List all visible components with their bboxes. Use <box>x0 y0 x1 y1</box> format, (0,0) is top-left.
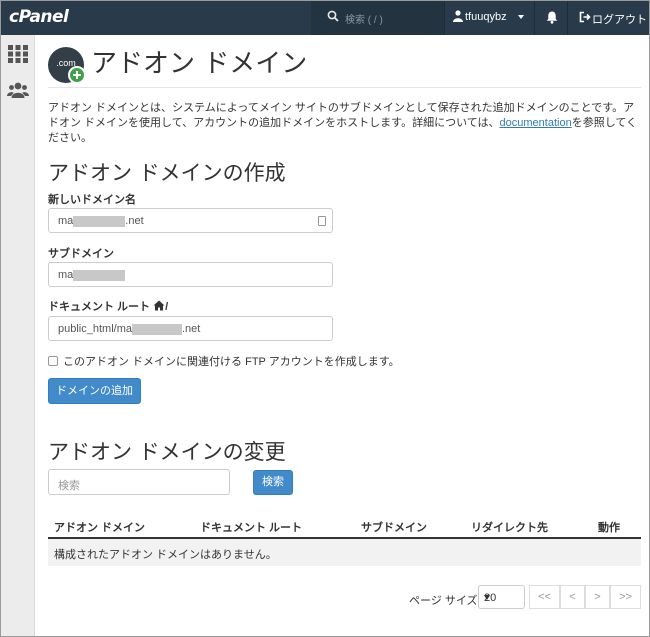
top-search-placeholder: 検索 ( / ) <box>345 15 383 26</box>
column-header-redirect[interactable]: リダイレクト先 <box>471 519 548 535</box>
empty-message: 構成されたアドオン ドメインはありません。 <box>54 549 277 561</box>
search-button[interactable]: 検索 <box>253 470 293 495</box>
chevron-down-icon <box>518 15 524 19</box>
notifications-button[interactable] <box>534 1 568 35</box>
redacted-text <box>131 323 182 335</box>
previous-page-button[interactable]: < <box>560 585 585 609</box>
sidebar <box>1 35 35 636</box>
intro-text: アドオン ドメインとは、システムによってメイン サイトのサブドメインとして保存さ… <box>48 101 641 146</box>
home-icon <box>153 300 165 311</box>
search-icon <box>327 10 339 22</box>
column-header-addon-domain[interactable]: アドオン ドメイン <box>54 519 145 535</box>
username: tfuuqybz <box>465 11 507 23</box>
table-empty-row: 構成されたアドオン ドメインはありません。 <box>48 539 641 566</box>
document-root-label: ドキュメント ルート / <box>48 298 168 314</box>
new-domain-value: ma .net <box>58 215 144 227</box>
user-menu[interactable]: tfuuqybz <box>444 1 534 35</box>
divider <box>48 87 641 88</box>
column-header-document-root[interactable]: ドキュメント ルート <box>200 519 302 535</box>
documentation-link[interactable]: documentation <box>500 117 572 129</box>
table-header: アドオン ドメイン ドキュメント ルート サブドメイン リダイレクト先 動作 <box>48 513 641 539</box>
add-domain-button[interactable]: ドメインの追加 <box>48 378 141 404</box>
document-root-value-suffix: .net <box>181 323 201 335</box>
next-page-button[interactable]: > <box>585 585 610 609</box>
subdomain-input[interactable]: ma <box>48 262 333 287</box>
first-page-button[interactable]: << <box>529 585 560 609</box>
new-domain-label: 新しいドメイン名 <box>48 194 136 206</box>
grid-icon[interactable] <box>7 43 29 65</box>
top-navbar: cPanel 検索 ( / ) tfuuqybz ログアウト <box>1 1 649 35</box>
document-root-input[interactable]: public_html/ma .net <box>48 316 333 341</box>
logout-icon <box>579 11 591 23</box>
document-root-label-text: ドキュメント ルート <box>48 301 151 313</box>
addon-domain-icon: .com <box>48 47 86 84</box>
domain-search-placeholder: 検索 <box>58 480 80 492</box>
users-icon[interactable] <box>7 79 29 101</box>
logout-label: ログアウト <box>592 14 647 26</box>
top-search-box[interactable]: 検索 ( / ) <box>311 1 444 35</box>
domain-search-input[interactable]: 検索 <box>48 469 230 495</box>
ftp-account-checkbox[interactable] <box>48 356 58 366</box>
cpanel-logo[interactable]: cPanel <box>9 7 69 27</box>
subdomain-label: サブドメイン <box>48 248 114 260</box>
subdomain-value: ma <box>58 269 126 281</box>
user-icon <box>453 10 463 22</box>
key-icon <box>318 216 326 226</box>
page-title: アドオン ドメイン <box>91 49 308 79</box>
ftp-account-label: このアドオン ドメインに関連付ける FTP アカウントを作成します。 <box>63 356 400 368</box>
document-root-slash: / <box>165 301 169 313</box>
redacted-text <box>73 269 126 281</box>
modify-heading: アドオン ドメインの変更 <box>48 440 286 464</box>
ftp-account-option: このアドオン ドメインに関連付ける FTP アカウントを作成します。 <box>48 353 400 369</box>
new-domain-value-suffix: .net <box>125 215 144 227</box>
document-root-value-prefix: public_html/ma <box>58 323 132 335</box>
create-heading: アドオン ドメインの作成 <box>48 161 286 185</box>
last-page-button[interactable]: >> <box>610 585 641 609</box>
redacted-text <box>73 215 126 227</box>
subdomain-value-prefix: ma <box>58 269 74 281</box>
document-root-value: public_html/ma .net <box>58 323 200 335</box>
column-header-actions: 動作 <box>598 522 620 534</box>
bell-icon <box>546 11 558 24</box>
page-size-label: ページ サイズ <box>409 595 478 607</box>
chevron-down-icon <box>484 595 490 600</box>
logout-button[interactable]: ログアウト <box>569 1 649 35</box>
new-domain-input[interactable]: ma .net <box>48 208 333 233</box>
column-header-subdomain[interactable]: サブドメイン <box>361 519 427 535</box>
new-domain-value-prefix: ma <box>58 215 74 227</box>
page-size-select[interactable]: 20 <box>478 585 525 609</box>
add-badge-icon <box>68 66 86 84</box>
